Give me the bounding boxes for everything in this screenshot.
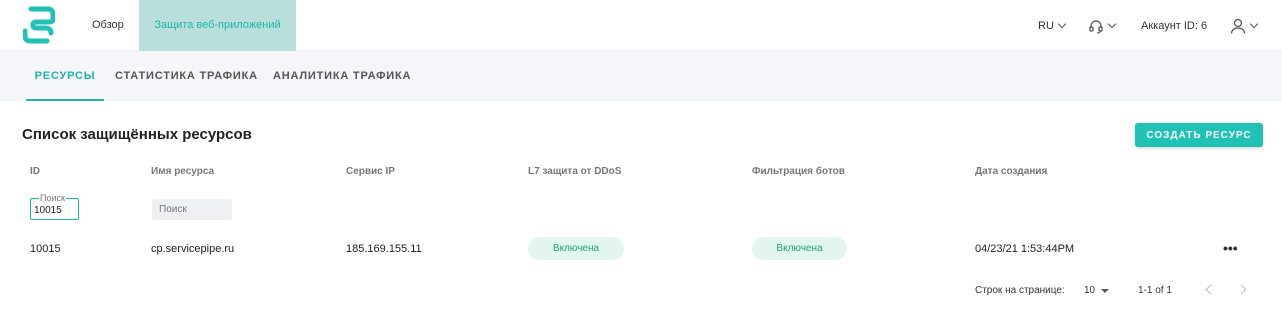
name-search-input[interactable] [152,199,232,220]
column-header-name: Имя ресурса [151,166,215,177]
top-header: Обзор Защита веб-приложений RU Аккаунт I… [0,0,1282,51]
tab-resources[interactable]: РЕСУРСЫ [26,51,104,101]
column-header-ddos: L7 защита от DDoS [528,166,622,177]
tab-traffic-statistics[interactable]: СТАТИСТИКА ТРАФИКА [115,51,258,101]
cell-created: 04/23/21 1:53:44PM [975,243,1075,255]
language-label: RU [1038,19,1054,32]
id-search-field[interactable]: Поиск [30,194,79,220]
chevron-left-icon[interactable] [1205,284,1216,295]
id-search-legend: Поиск [39,193,66,203]
create-resource-button[interactable]: СОЗДАТЬ РЕСУРС [1135,123,1263,147]
tab-traffic-analytics[interactable]: АНАЛИТИКА ТРАФИКА [273,51,411,101]
column-header-ip: Сервис IP [346,166,395,177]
rows-per-page-select[interactable]: 10 [1084,285,1110,296]
chevron-right-icon[interactable] [1236,284,1247,295]
nav-web-app-protection[interactable]: Защита веб-приложений [139,0,296,51]
tabs-bar: РЕСУРСЫ СТАТИСТИКА ТРАФИКА АНАЛИТИКА ТРА… [0,51,1282,101]
nav-overview[interactable]: Обзор [92,0,124,51]
language-selector[interactable]: RU [1038,0,1067,51]
pagination-range: 1-1 of 1 [1138,285,1172,296]
cell-ip: 185.169.155.11 [346,243,422,255]
column-header-bots: Фильтрация ботов [752,166,845,177]
headset-icon [1089,19,1103,34]
caret-down-icon [1101,288,1110,293]
cell-id: 10015 [30,243,61,255]
user-icon [1230,18,1246,34]
more-actions-icon[interactable]: ••• [1223,240,1238,256]
cell-name[interactable]: cp.servicepipe.ru [151,243,234,255]
rows-per-page-value: 10 [1084,285,1096,296]
chevron-down-icon [1107,19,1117,29]
column-header-id: ID [30,166,40,177]
chevron-down-icon [1249,19,1259,29]
servicepipe-logo-icon[interactable] [23,6,55,44]
rows-per-page-label: Строк на странице: [975,285,1065,296]
id-search-input[interactable] [34,205,76,216]
account-id: Аккаунт ID: 6 [1141,19,1208,32]
ddos-status-badge: Включена [528,237,624,260]
support-menu[interactable] [1088,0,1117,51]
chevron-down-icon [1057,19,1067,29]
user-menu[interactable] [1230,0,1259,51]
page-title: Список защищённых ресурсов [22,126,252,143]
bots-status-badge: Включена [752,237,847,260]
column-header-date: Дата создания [975,166,1048,177]
